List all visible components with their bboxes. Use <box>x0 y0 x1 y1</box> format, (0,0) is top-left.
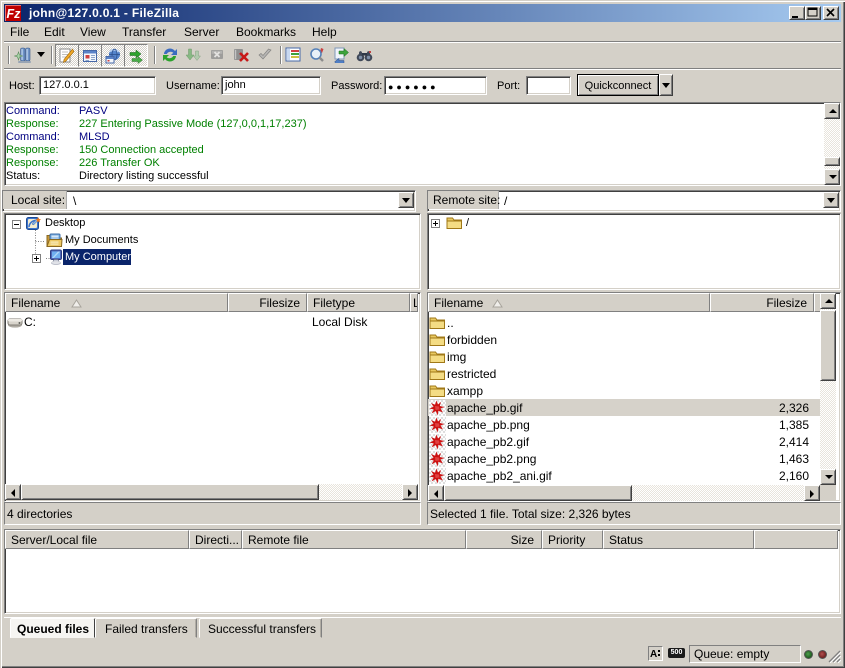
svg-text:A: A <box>650 649 657 660</box>
svg-text:Fz: Fz <box>7 7 22 21</box>
